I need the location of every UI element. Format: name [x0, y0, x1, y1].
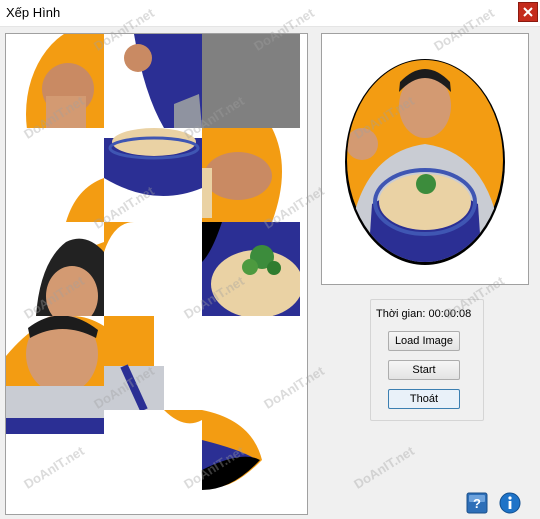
- help-icon: ?: [466, 492, 488, 514]
- puzzle-tile[interactable]: [6, 410, 104, 504]
- puzzle-tile[interactable]: [202, 316, 300, 410]
- puzzle-tile[interactable]: [6, 316, 104, 410]
- start-button[interactable]: Start: [388, 360, 460, 380]
- exit-button[interactable]: Thoát: [388, 389, 460, 409]
- puzzle-tile[interactable]: [104, 410, 202, 504]
- info-button[interactable]: [499, 492, 521, 514]
- puzzle-tile[interactable]: [6, 34, 104, 128]
- timer-value: 00:00:08: [428, 308, 472, 320]
- load-image-button[interactable]: Load Image: [388, 331, 460, 351]
- close-button[interactable]: [518, 2, 538, 22]
- timer-label: Thời gian:: [376, 308, 426, 320]
- puzzle-tile[interactable]: [104, 128, 202, 222]
- svg-text:?: ?: [473, 496, 481, 511]
- preview-image: [321, 33, 529, 285]
- title-bar: Xếp Hình: [0, 0, 540, 27]
- empty-tile[interactable]: [202, 34, 300, 128]
- timer: Thời gian: 00:00:08: [376, 308, 471, 320]
- puzzle-tile[interactable]: [6, 128, 104, 222]
- puzzle-tile[interactable]: [104, 34, 202, 128]
- puzzle-tile[interactable]: [104, 222, 202, 316]
- puzzle-board: [5, 33, 308, 515]
- close-icon: [523, 7, 533, 17]
- window-title: Xếp Hình: [6, 5, 61, 20]
- info-icon: [499, 492, 521, 514]
- help-button[interactable]: ?: [466, 492, 488, 514]
- puzzle-tile[interactable]: [202, 128, 300, 222]
- puzzle-tile[interactable]: [202, 222, 300, 316]
- puzzle-tile[interactable]: [6, 222, 104, 316]
- puzzle-tile[interactable]: [104, 316, 202, 410]
- puzzle-tile[interactable]: [202, 410, 300, 504]
- watermark: DoAnIT.net: [351, 443, 417, 492]
